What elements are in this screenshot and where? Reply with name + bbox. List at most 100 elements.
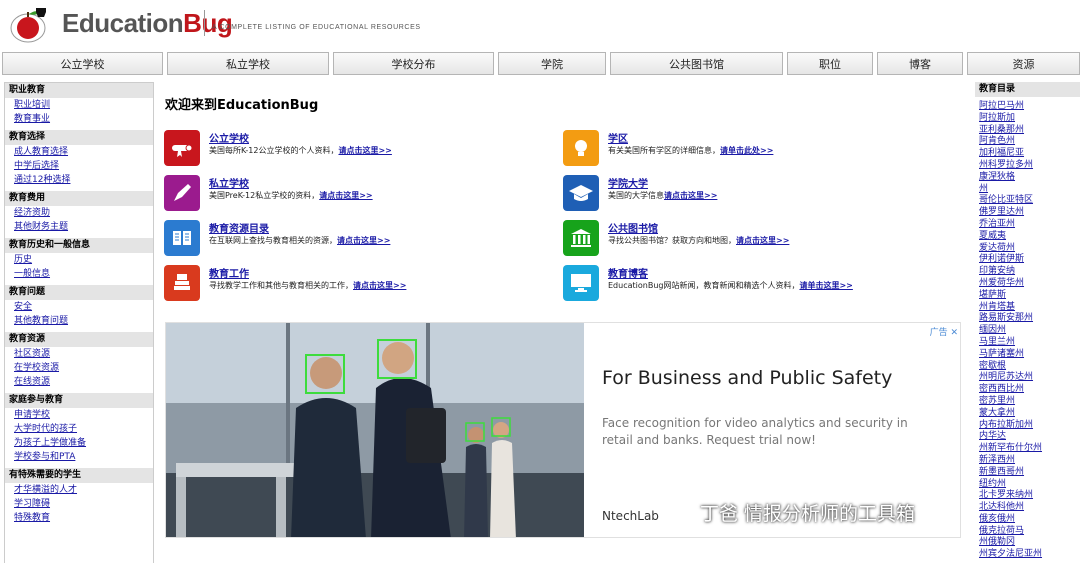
state-link[interactable]: 州明尼苏达州 (979, 372, 1033, 382)
state-link[interactable]: 北达科他州 (979, 502, 1024, 512)
state-link[interactable]: 州科罗拉多州 (979, 160, 1033, 170)
feature-title[interactable]: 公共图书馆 (608, 220, 658, 235)
feature-public-schools: 公立学校 美国每所K-12公立学校的个人资料，请点击这里>> (164, 128, 554, 168)
state-link[interactable]: 乔治亚州 (979, 219, 1015, 229)
sidebar-link[interactable]: 安全 (14, 302, 32, 312)
state-link[interactable]: 俄亥俄州 (979, 514, 1015, 524)
sidebar-link[interactable]: 社区资源 (14, 349, 50, 359)
nav-libraries[interactable]: 公共图书馆 (610, 52, 783, 75)
nav-blog[interactable]: 博客 (877, 52, 963, 75)
state-link[interactable]: 新泽西州 (979, 455, 1015, 465)
state-link[interactable]: 北卡罗来纳州 (979, 490, 1033, 500)
state-link[interactable]: 密歇根 (979, 361, 1006, 371)
feature-link[interactable]: 请点击这里>> (353, 281, 406, 290)
state-link[interactable]: 爱达荷州 (979, 243, 1015, 253)
book-icon[interactable] (164, 220, 200, 256)
sidebar-link[interactable]: 学校参与和PTA (14, 452, 75, 462)
state-link[interactable]: 内华达 (979, 431, 1006, 441)
sidebar-link[interactable]: 学习障碍 (14, 499, 50, 509)
nav-colleges[interactable]: 学院 (498, 52, 606, 75)
state-link[interactable]: 州 (979, 184, 988, 194)
feature-link[interactable]: 请单击此处>> (720, 146, 773, 155)
feature-link[interactable]: 请点击这里>> (664, 191, 717, 200)
state-link[interactable]: 州俄勒冈 (979, 537, 1015, 547)
sidebar-link[interactable]: 经济资助 (14, 208, 50, 218)
apple-logo-icon[interactable] (6, 4, 50, 44)
sidebar-link[interactable]: 一般信息 (14, 269, 50, 279)
sidebar-link[interactable]: 其他教育问题 (14, 316, 68, 326)
state-link[interactable]: 州宾夕法尼亚州 (979, 549, 1042, 559)
monitor-icon[interactable] (563, 265, 599, 301)
state-link[interactable]: 阿拉巴马州 (979, 101, 1024, 111)
ad-brand[interactable]: NtechLab (602, 509, 659, 523)
library-icon[interactable] (563, 220, 599, 256)
diploma-icon[interactable] (164, 130, 200, 166)
ad-headline[interactable]: For Business and Public Safety (602, 367, 892, 389)
state-link[interactable]: 州肯塔基 (979, 302, 1015, 312)
sidebar-link[interactable]: 大学时代的孩子 (14, 424, 77, 434)
state-link[interactable]: 纽约州 (979, 479, 1006, 489)
sidebar-link[interactable]: 申请学校 (14, 410, 50, 420)
state-link[interactable]: 密苏里州 (979, 396, 1015, 406)
state-link[interactable]: 俄克拉荷马 (979, 526, 1024, 536)
lightbulb-icon[interactable] (563, 130, 599, 166)
pen-icon[interactable] (164, 175, 200, 211)
books-stack-icon[interactable] (164, 265, 200, 301)
state-link[interactable]: 州爱荷华州 (979, 278, 1024, 288)
sidebar-link[interactable]: 在学校资源 (14, 363, 59, 373)
feature-title[interactable]: 私立学校 (209, 175, 249, 190)
feature-link[interactable]: 请点击这里>> (337, 236, 390, 245)
state-link[interactable]: 佛罗里达州 (979, 207, 1024, 217)
feature-title[interactable]: 教育工作 (209, 265, 249, 280)
state-link[interactable]: 夏威夷 (979, 231, 1006, 241)
feature-link[interactable]: 请点击这里>> (338, 146, 391, 155)
sidebar-link[interactable]: 在线资源 (14, 377, 50, 387)
site-logo[interactable]: EducationBug (62, 8, 233, 39)
feature-link[interactable]: 请单击这里>> (799, 281, 852, 290)
state-link[interactable]: 蒙大拿州 (979, 408, 1015, 418)
state-link[interactable]: 路易斯安那州 (979, 313, 1033, 323)
state-link[interactable]: 印第安纳 (979, 266, 1015, 276)
nav-resources[interactable]: 资源 (967, 52, 1080, 75)
feature-title[interactable]: 学区 (608, 130, 628, 145)
feature-link[interactable]: 请点击这里>> (736, 236, 789, 245)
state-link[interactable]: 新墨西哥州 (979, 467, 1024, 477)
state-link[interactable]: 阿拉斯加 (979, 113, 1015, 123)
sidebar-link[interactable]: 为孩子上学做准备 (14, 438, 86, 448)
state-link[interactable]: 堪萨斯 (979, 290, 1006, 300)
state-link[interactable]: 康涅狄格 (979, 172, 1015, 182)
feature-title[interactable]: 公立学校 (209, 130, 249, 145)
state-link[interactable]: 亚利桑那州 (979, 125, 1024, 135)
sidebar-link[interactable]: 中学后选择 (14, 161, 59, 171)
nav-private-schools[interactable]: 私立学校 (167, 52, 329, 75)
sidebar-link[interactable]: 教育事业 (14, 114, 50, 124)
page-title: 欢迎来到EducationBug (165, 98, 319, 113)
state-link[interactable]: 密西西比州 (979, 384, 1024, 394)
state-link[interactable]: 内布拉斯加州 (979, 420, 1033, 430)
feature-title[interactable]: 教育资源目录 (209, 220, 269, 235)
graduation-cap-icon[interactable] (563, 175, 599, 211)
state-link[interactable]: 伊利诺伊斯 (979, 254, 1024, 264)
nav-jobs[interactable]: 职位 (787, 52, 873, 75)
state-link[interactable]: 马萨诸塞州 (979, 349, 1024, 359)
sidebar-link[interactable]: 职业培训 (14, 100, 50, 110)
nav-public-schools[interactable]: 公立学校 (2, 52, 163, 75)
feature-link[interactable]: 请点击这里>> (319, 191, 372, 200)
sidebar-link[interactable]: 成人教育选择 (14, 147, 68, 157)
sidebar-link[interactable]: 才华横溢的人才 (14, 485, 77, 495)
feature-title[interactable]: 教育博客 (608, 265, 648, 280)
state-link[interactable]: 缅因州 (979, 325, 1006, 335)
feature-title[interactable]: 学院大学 (608, 175, 648, 190)
state-link[interactable]: 州新罕布什尔州 (979, 443, 1042, 453)
sidebar-link[interactable]: 历史 (14, 255, 32, 265)
ad-choices-icon[interactable]: 广告 ✕ (930, 325, 958, 338)
sidebar-link[interactable]: 通过12种选择 (14, 175, 70, 185)
sidebar-link[interactable]: 特殊教育 (14, 513, 50, 523)
state-link[interactable]: 马里兰州 (979, 337, 1015, 347)
nav-school-districts[interactable]: 学校分布 (333, 52, 494, 75)
directory-title: 教育目录 (975, 82, 1080, 97)
state-link[interactable]: 阿肯色州 (979, 136, 1015, 146)
sidebar-link[interactable]: 其他财务主题 (14, 222, 68, 232)
state-link[interactable]: 加利福尼亚 (979, 148, 1024, 158)
state-link[interactable]: 哥伦比亚特区 (979, 195, 1033, 205)
